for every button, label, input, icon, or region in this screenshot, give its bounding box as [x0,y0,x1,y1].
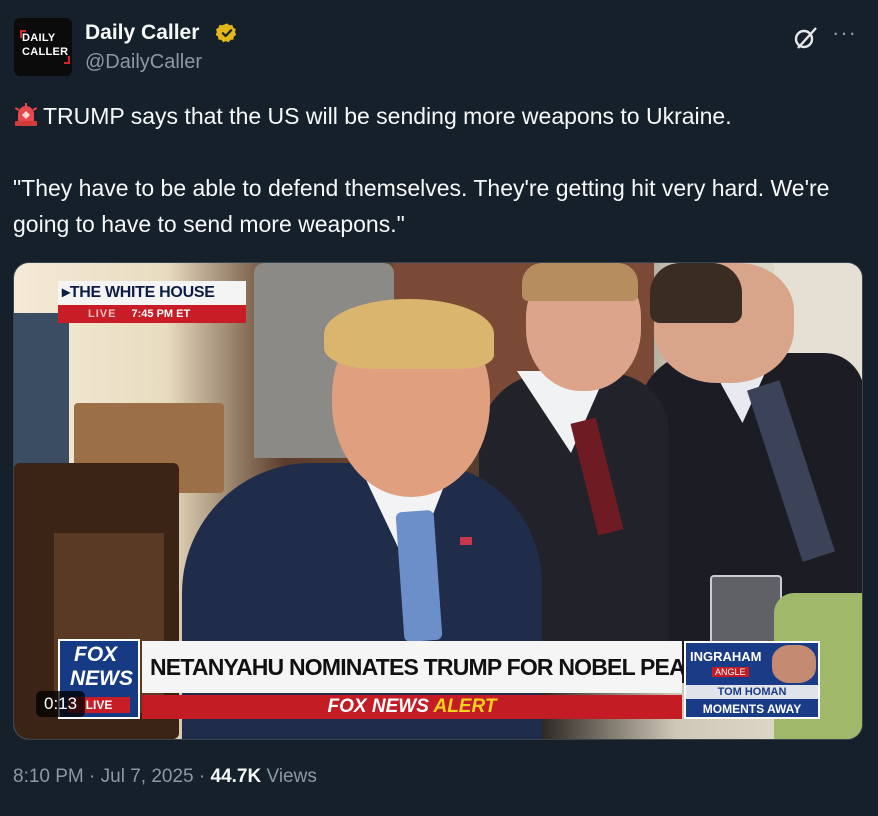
post-quote: "They have to be able to defend themselv… [13,175,830,237]
location-badge: ▸THE WHITE HOUSE LIVE 7:45 PM ET [58,281,246,323]
ingraham-angle-promo: INGRAHAM ANGLE TOM HOMAN MOMENTS AWAY [684,641,820,719]
views-count: 44.7K [210,766,262,787]
post-line-1-text: TRUMP says that the US will be sending m… [43,103,732,129]
post-header: DAILY CALLER Daily Caller @DailyCaller ·… [14,16,864,78]
avatar-text-line1: DAILY [22,32,56,44]
avatar-bracket-decoration [64,56,70,64]
guest-thumbnail [772,645,816,683]
fox-news-alert-bar: FOX NEWS ALERT [142,695,682,719]
location-badge-text: THE WHITE HOUSE [69,284,215,301]
grok-icon[interactable] [792,24,820,52]
avatar-text-line2: CALLER [22,46,69,58]
police-siren-icon [14,103,38,126]
more-options-icon[interactable]: ··· [832,20,857,46]
views-label: Views [266,766,317,787]
video-player[interactable]: ▸THE WHITE HOUSE LIVE 7:45 PM ET FOX NEW… [13,262,863,740]
video-elapsed-time: 0:13 [36,691,86,717]
account-name[interactable]: Daily Caller [85,21,199,45]
post-text: TRUMP says that the US will be sending m… [13,98,853,242]
post-date[interactable]: Jul 7, 2025 [101,766,194,787]
news-chyron: FOX NEWS LIVE NETANYAHU NOMINATES TRUMP … [58,639,862,721]
post-line-1: TRUMP says that the US will be sending m… [13,98,853,134]
gold-verified-badge-icon[interactable] [216,22,238,44]
avatar[interactable]: DAILY CALLER [14,18,72,76]
post-metadata: 8:10 PM · Jul 7, 2025 · 44.7K Views [13,766,317,787]
chyron-headline: NETANYAHU NOMINATES TRUMP FOR NOBEL PEAC… [142,641,785,693]
post-time[interactable]: 8:10 PM [13,766,84,787]
account-handle[interactable]: @DailyCaller [85,51,202,74]
live-label: LIVE [88,308,117,320]
broadcast-time: 7:45 PM ET [131,308,191,320]
